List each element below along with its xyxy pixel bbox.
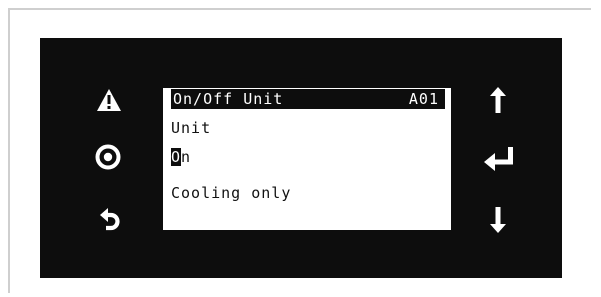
- down-arrow-icon: [490, 207, 506, 233]
- enter-icon: [484, 147, 514, 171]
- screen-title: On/Off Unit: [173, 90, 284, 108]
- program-button[interactable]: [86, 135, 130, 179]
- alarm-warning-icon: [96, 88, 122, 112]
- parameter-label: Unit: [171, 119, 212, 137]
- alarm-button[interactable]: [87, 78, 131, 122]
- escape-back-icon: [100, 207, 120, 231]
- mode-text: Cooling only: [171, 184, 292, 202]
- down-button[interactable]: [476, 198, 520, 242]
- screen-code: A01: [408, 90, 439, 108]
- up-arrow-icon: [490, 87, 506, 113]
- screen-title-bar: On/Off Unit A01: [171, 89, 445, 109]
- program-circle-icon: [95, 144, 121, 170]
- value-text: n: [181, 148, 192, 166]
- enter-button[interactable]: [477, 137, 521, 181]
- lcd-screen: On/Off Unit A01 Unit On Cooling only: [163, 88, 451, 230]
- up-button[interactable]: [476, 78, 520, 122]
- edit-cursor: O: [171, 148, 182, 166]
- controller-panel: On/Off Unit A01 Unit On Cooling only: [40, 38, 562, 278]
- escape-button[interactable]: [88, 197, 132, 241]
- value-field[interactable]: On: [171, 147, 445, 167]
